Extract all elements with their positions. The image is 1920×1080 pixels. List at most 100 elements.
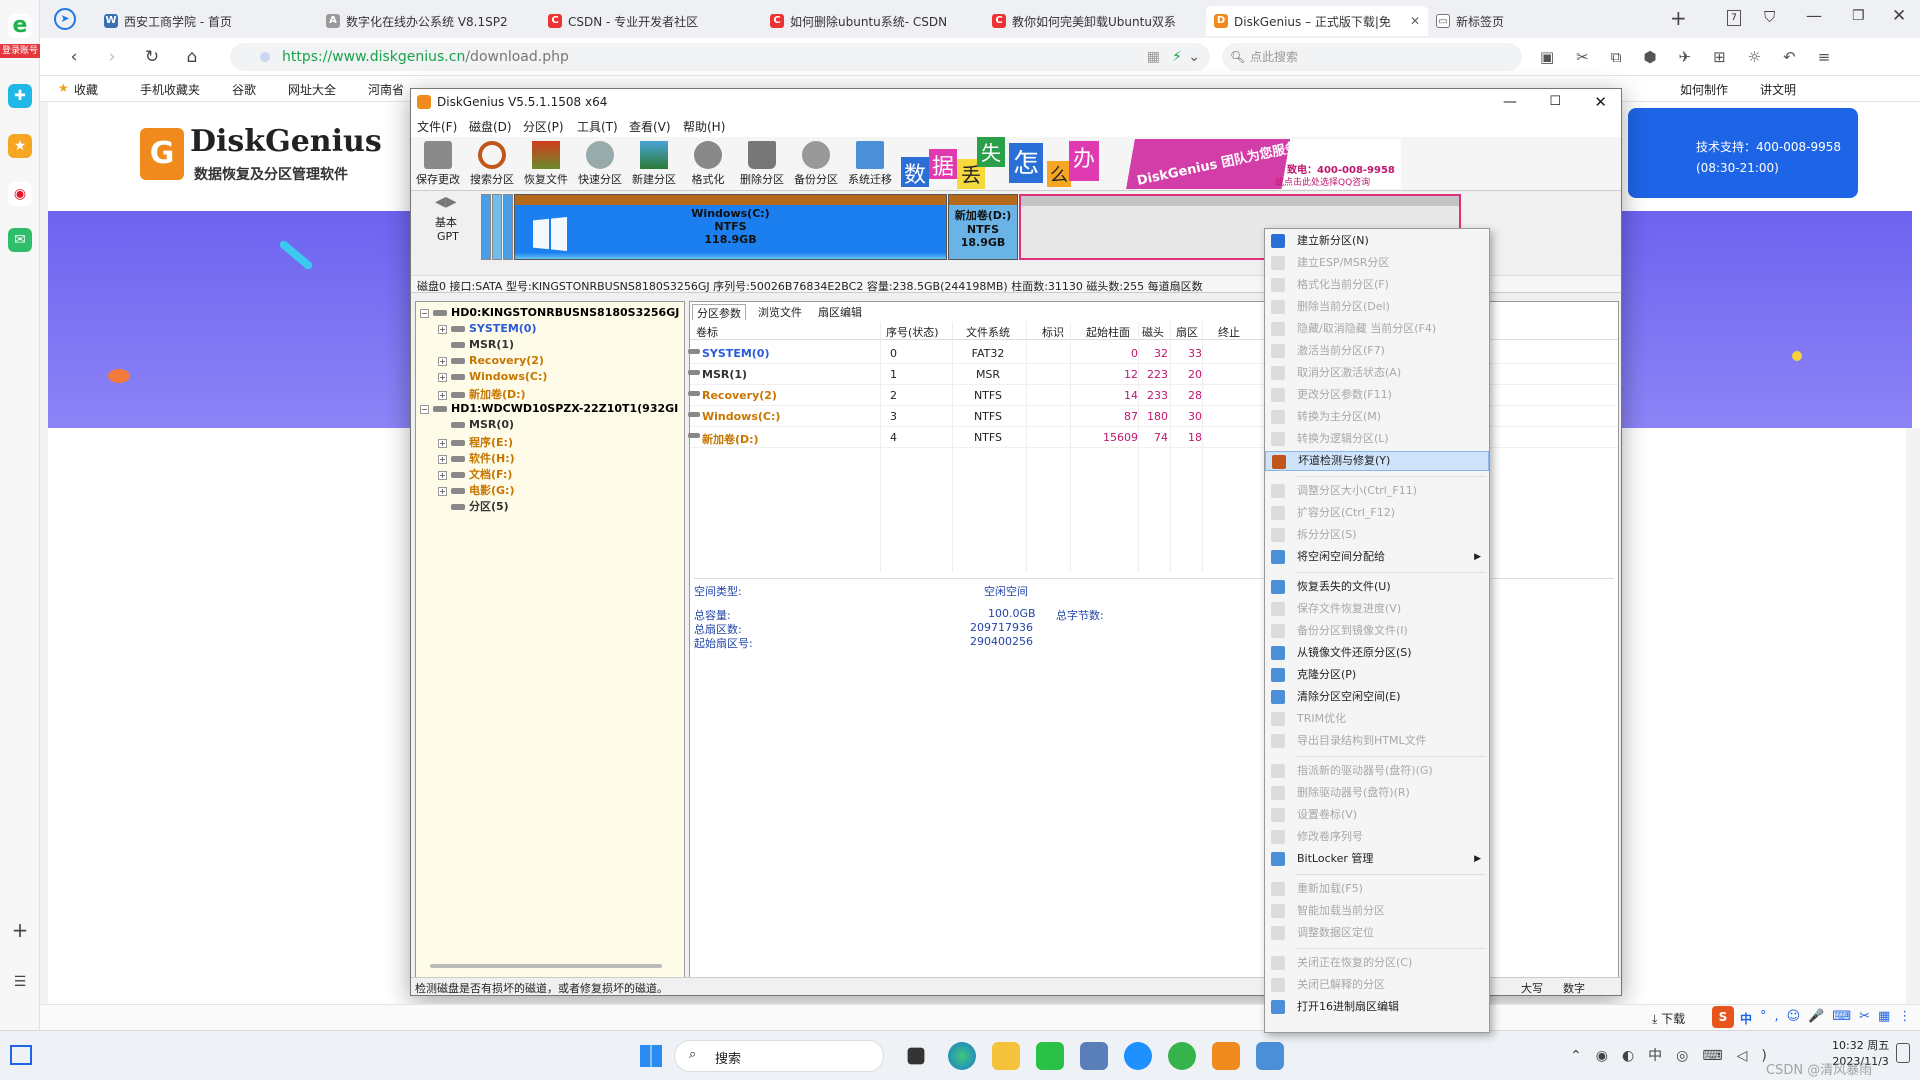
tree-node[interactable]: − HD0:KINGSTONRBUSNS8180S3256GJ <box>420 306 679 319</box>
tool-recover-files[interactable]: 恢复文件 <box>519 139 573 189</box>
menu-tools[interactable]: 工具(T) <box>577 118 618 135</box>
partition-block-small[interactable] <box>503 194 513 260</box>
col-label[interactable]: 卷标 <box>696 324 718 340</box>
col-sector[interactable]: 扇区 <box>1176 324 1198 340</box>
ime-lang[interactable]: 中 <box>1740 1010 1752 1027</box>
qr-icon[interactable]: ▦ <box>1147 43 1160 71</box>
desktop-icon[interactable] <box>10 1045 32 1065</box>
tool-delete-partition[interactable]: 删除分区 <box>735 139 789 189</box>
context-menu-item[interactable]: 恢复丢失的文件(U) <box>1265 577 1489 597</box>
ime-tools-icons[interactable]: °,☺🎤⌨✂▦⋮ <box>1760 1009 1919 1024</box>
tree-node[interactable]: + 软件(H:) <box>438 450 515 466</box>
browser-360-icon[interactable] <box>1168 1042 1196 1070</box>
tool-new-partition[interactable]: 新建分区 <box>627 139 681 189</box>
col-id[interactable]: 标识 <box>1042 324 1064 340</box>
menu-view[interactable]: 查看(V) <box>629 118 671 135</box>
bookmark-2[interactable]: 谷歌 <box>232 81 256 98</box>
badge-icon[interactable]: 7 <box>1727 10 1741 26</box>
browser-logo-icon[interactable]: e <box>8 14 32 38</box>
bolt-icon[interactable]: ⚡ <box>1172 43 1182 71</box>
bookmark-1[interactable]: 手机收藏夹 <box>140 81 200 98</box>
sidebar-list-icon[interactable]: ☰ <box>8 970 32 994</box>
tab-browse-files[interactable]: 浏览文件 <box>754 304 806 320</box>
sidebar-star-icon[interactable]: ★ <box>8 134 32 158</box>
taskbar-search[interactable]: ⌕ 搜索 <box>674 1040 884 1072</box>
tab-2[interactable]: C CSDN - 专业开发者社区 <box>540 6 762 36</box>
sidebar-weibo-icon[interactable]: ◉ <box>8 182 32 206</box>
diskgenius-task-icon[interactable] <box>1212 1042 1240 1070</box>
tree-node[interactable]: + 新加卷(D:) <box>438 386 526 402</box>
tool-save[interactable]: 保存更改 <box>411 139 465 189</box>
chevron-down-icon[interactable]: ⌄ <box>1188 43 1200 71</box>
col-index[interactable]: 序号(状态) <box>886 324 939 340</box>
tab-1[interactable]: A 数字化在线办公系统 V8.1SP2 <box>318 6 540 36</box>
dg-minimize-icon[interactable]: — <box>1503 89 1517 115</box>
col-start-cyl[interactable]: 起始柱面 <box>1086 324 1130 340</box>
partition-block-windows[interactable]: Windows(C:) NTFS 118.9GB <box>514 194 947 260</box>
download-icon[interactable]: ⤓ 下载 <box>1652 1010 1685 1027</box>
new-tab-icon[interactable]: + <box>1670 6 1687 30</box>
menu-partition[interactable]: 分区(P) <box>523 118 564 135</box>
menu-help[interactable]: 帮助(H) <box>683 118 725 135</box>
tab-partition-params[interactable]: 分区参数 <box>692 304 746 320</box>
context-menu-item[interactable]: 将空闲空间分配给 ▶ <box>1265 547 1489 567</box>
explorer-icon[interactable] <box>992 1042 1020 1070</box>
tree-node[interactable]: + Recovery(2) <box>438 354 544 367</box>
minimize-icon[interactable]: — <box>1806 6 1822 25</box>
tree-node[interactable]: + Windows(C:) <box>438 370 547 383</box>
bookmark-0[interactable]: 收藏 <box>74 81 98 98</box>
sidebar-plus-icon[interactable]: ✚ <box>8 84 32 108</box>
wechat-icon[interactable] <box>1036 1042 1064 1070</box>
tree-node[interactable]: + SYSTEM(0) <box>438 322 536 335</box>
tree-node[interactable]: 分区(5) <box>451 498 509 514</box>
tab-6[interactable]: ▭ 新标签页 <box>1428 6 1608 36</box>
dg-title-bar[interactable]: DiskGenius V5.5.1.1508 x64 — ☐ ✕ <box>411 89 1621 115</box>
context-menu-item[interactable]: BitLocker 管理 ▶ <box>1265 849 1489 869</box>
context-menu-item[interactable]: 坏道检测与修复(Y) <box>1265 451 1489 471</box>
tool-backup-partition[interactable]: 备份分区 <box>789 139 843 189</box>
tool-system-migrate[interactable]: 系统迁移 <box>843 139 897 189</box>
tab-5-active[interactable]: D DiskGenius – 正式版下载|免 ✕ <box>1206 6 1428 36</box>
sogou-ime-icon[interactable]: S <box>1712 1006 1734 1028</box>
nav-arrow-icon[interactable]: ➤ <box>54 8 76 30</box>
disk-nav-arrows[interactable]: ◀▶ <box>435 194 457 210</box>
back-icon[interactable]: ‹ <box>62 45 86 69</box>
edge-icon[interactable] <box>948 1042 976 1070</box>
col-fs[interactable]: 文件系统 <box>966 324 1010 340</box>
network-app-icon[interactable] <box>1256 1042 1284 1070</box>
tree-node[interactable]: + 文档(F:) <box>438 466 512 482</box>
sidebar-add-icon[interactable]: + <box>8 918 32 942</box>
tree-scrollbar[interactable] <box>430 964 662 968</box>
close-icon[interactable]: ✕ <box>1892 6 1906 26</box>
restore-icon[interactable]: ❐ <box>1852 8 1865 24</box>
notification-icon[interactable] <box>1896 1043 1910 1063</box>
kugou-icon[interactable] <box>1124 1042 1152 1070</box>
search-input[interactable]: 🔍︎ 点此搜索 <box>1222 43 1522 71</box>
forward-icon[interactable]: › <box>100 45 124 69</box>
tree-node[interactable]: MSR(1) <box>451 338 514 351</box>
col-end[interactable]: 终止 <box>1218 324 1240 340</box>
start-icon[interactable] <box>640 1045 662 1067</box>
tab-sector-edit[interactable]: 扇区编辑 <box>814 304 866 320</box>
address-bar[interactable]: https://www.diskgenius.cn/download.php ▦… <box>230 43 1210 71</box>
tab-3[interactable]: C 如何删除ubuntu系统- CSDN <box>762 6 984 36</box>
support-box[interactable]: 技术支持：400-008-9958 (08:30-21:00) <box>1628 108 1858 198</box>
sidebar-mail-icon[interactable]: ✉ <box>8 228 32 252</box>
partition-block-small[interactable] <box>492 194 502 260</box>
tab-4[interactable]: C 教你如何完美卸载Ubuntu双系 <box>984 6 1206 36</box>
ad-banner[interactable]: 数 据 丢 失 怎 么 办 DiskGenius 团队为您服务 致电：400-0… <box>901 137 1401 191</box>
tray-icons[interactable]: ⌃◉◐中◎⌨◁) <box>1570 1045 1781 1065</box>
home-icon[interactable]: ⌂ <box>180 45 204 69</box>
bookmark-3[interactable]: 网址大全 <box>288 81 336 98</box>
dg-maximize-icon[interactable]: ☐ <box>1549 89 1561 115</box>
tool-format[interactable]: 格式化 <box>681 139 735 189</box>
context-menu-item[interactable]: 建立新分区(N) <box>1265 231 1489 251</box>
partition-block-d[interactable]: 新加卷(D:) NTFS 18.9GB <box>948 194 1018 260</box>
bookmark-4[interactable]: 河南省 <box>368 81 404 98</box>
tool-quick-partition[interactable]: 快速分区 <box>573 139 627 189</box>
menu-disk[interactable]: 磁盘(D) <box>469 118 512 135</box>
close-tab-icon[interactable]: ✕ <box>1404 14 1420 28</box>
site-logo[interactable]: G DiskGenius ® 数据恢复及分区管理软件 <box>140 124 455 184</box>
context-menu-item[interactable]: 从镜像文件还原分区(S) <box>1265 643 1489 663</box>
context-menu-item[interactable]: 打开16进制扇区编辑 <box>1265 997 1489 1017</box>
